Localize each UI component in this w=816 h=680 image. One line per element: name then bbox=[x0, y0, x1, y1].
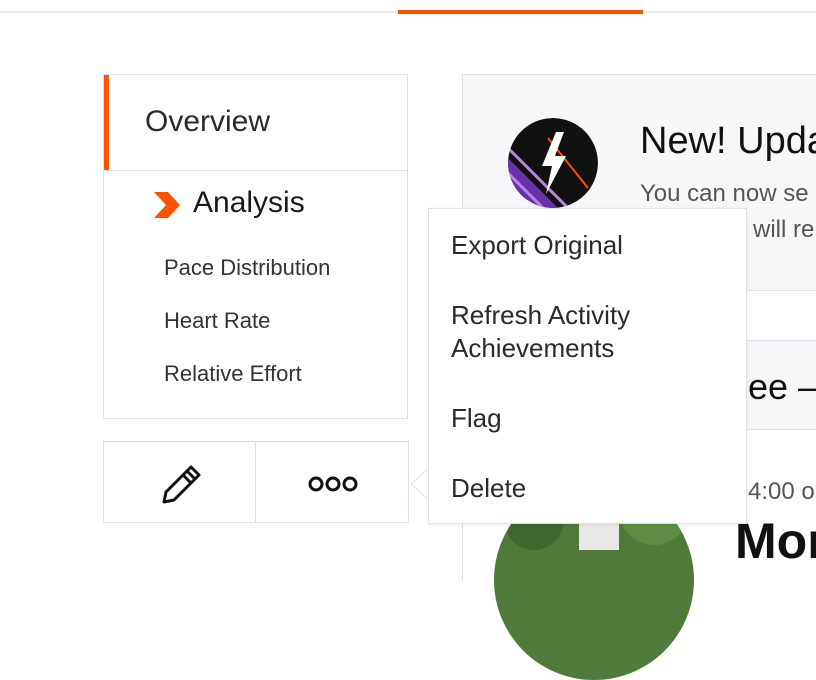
nav-item-overview-label: Overview bbox=[145, 105, 271, 138]
badge-icon bbox=[508, 118, 598, 208]
edit-button[interactable] bbox=[103, 441, 256, 523]
menu-item-flag[interactable]: Flag bbox=[451, 402, 502, 435]
menu-caret bbox=[411, 468, 429, 500]
active-item-bar bbox=[104, 75, 109, 170]
nav-item-analysis[interactable]: Analysis bbox=[104, 172, 407, 232]
update-text-line2: will re bbox=[753, 216, 815, 243]
menu-item-label: Refresh Activity bbox=[451, 300, 631, 330]
update-text-line1: You can now se bbox=[640, 180, 809, 207]
menu-item-label: Export Original bbox=[451, 230, 623, 260]
activity-name: Mon bbox=[735, 513, 816, 569]
activity-time: 4:00 o bbox=[748, 478, 815, 505]
more-actions-button[interactable] bbox=[255, 441, 409, 523]
nav-subitem-pace-distribution[interactable]: Pace Distribution bbox=[164, 255, 330, 281]
menu-item-label: Delete bbox=[451, 473, 527, 503]
menu-item-delete[interactable]: Delete bbox=[451, 472, 526, 505]
activity-sidenav: Overview Analysis Pace Distribution Hear… bbox=[103, 74, 408, 419]
pencil-icon bbox=[162, 465, 201, 504]
nav-subitem-heart-rate[interactable]: Heart Rate bbox=[164, 308, 270, 334]
nav-item-overview[interactable]: Overview bbox=[104, 75, 407, 171]
nav-item-analysis-label: Analysis bbox=[193, 186, 305, 219]
nav-subitem-relative-effort[interactable]: Relative Effort bbox=[164, 361, 302, 387]
menu-item-export-original[interactable]: Export Original bbox=[451, 229, 623, 262]
active-tab-indicator bbox=[398, 10, 643, 14]
menu-item-label: Achievements bbox=[451, 333, 615, 363]
update-title: New! Upda bbox=[640, 120, 816, 162]
activity-title: ee – bbox=[748, 366, 816, 407]
menu-item-label: Flag bbox=[451, 403, 502, 433]
menu-item-refresh-achievements[interactable]: Refresh Activity Achievements bbox=[451, 299, 630, 365]
ellipsis-icon bbox=[308, 476, 358, 492]
chevron-right-icon bbox=[154, 192, 180, 218]
more-actions-menu: Export Original Refresh Activity Achieve… bbox=[428, 208, 747, 524]
